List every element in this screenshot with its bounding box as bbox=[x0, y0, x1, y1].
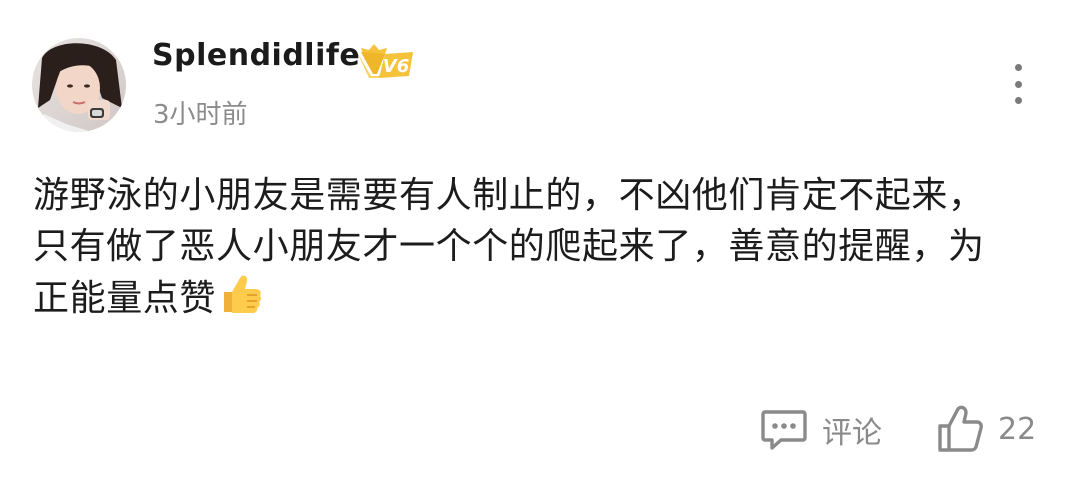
reply-button[interactable]: 评论 bbox=[760, 404, 882, 456]
reply-label: 评论 bbox=[822, 416, 882, 451]
like-button[interactable]: 22 bbox=[936, 402, 1036, 456]
post-time: 3小时前 bbox=[153, 100, 248, 130]
comment-line-2: 只有做了恶人小朋友才一个个的爬起来了，善意的提醒，为 bbox=[33, 226, 985, 267]
more-dot bbox=[1014, 80, 1022, 88]
thumbs-up-outline-icon bbox=[938, 405, 983, 452]
comment-card: Splendidlife V6 3小时前 游野泳的小朋友是需要有人制止的，不凶他… bbox=[0, 0, 1080, 479]
comment-line-1: 游野泳的小朋友是需要有人制止的，不凶他们肯定不起来， bbox=[33, 175, 985, 216]
more-dot bbox=[1014, 97, 1022, 104]
comment-line-3-text: 正能量点赞 bbox=[33, 278, 217, 319]
like-count: 22 bbox=[998, 411, 1037, 447]
comment-text: 游野泳的小朋友是需要有人制止的，不凶他们肯定不起来， 只有做了恶人小朋友才一个个… bbox=[33, 170, 1053, 324]
username[interactable]: Splendidlife bbox=[152, 38, 360, 73]
badge-level-text: V6 bbox=[383, 56, 409, 77]
more-options-icon[interactable] bbox=[1004, 64, 1032, 104]
comment-line-3: 正能量点赞 bbox=[33, 272, 1053, 324]
thumbs-up-emoji-icon bbox=[224, 275, 262, 313]
comment-bubble-icon bbox=[761, 410, 807, 450]
avatar[interactable] bbox=[32, 38, 126, 132]
more-dot bbox=[1014, 64, 1022, 71]
vip-level-badge: V6 bbox=[355, 40, 417, 80]
